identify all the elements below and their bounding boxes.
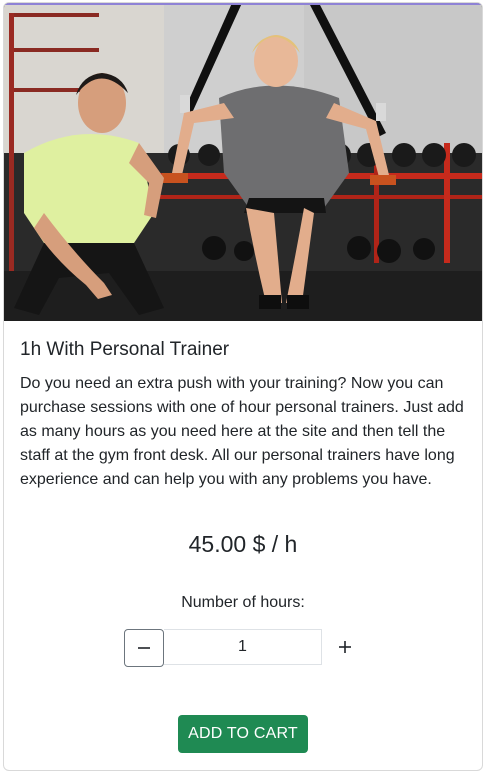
product-description: Do you need an extra push with your trai… bbox=[20, 375, 464, 488]
product-card: 1h With Personal Trainer Do you need an … bbox=[3, 2, 483, 771]
quantity-stepper bbox=[124, 629, 364, 667]
product-title: 1h With Personal Trainer bbox=[20, 339, 230, 360]
plus-icon bbox=[339, 641, 351, 653]
product-body: 1h With Personal Trainer Do you need an … bbox=[20, 336, 466, 492]
hours-label: Number of hours: bbox=[181, 594, 305, 611]
product-image bbox=[4, 3, 482, 321]
decrement-button[interactable] bbox=[124, 629, 164, 667]
minus-icon bbox=[138, 647, 150, 649]
trainer-photo-illustration bbox=[4, 3, 482, 321]
increment-button[interactable] bbox=[330, 629, 360, 665]
quantity-input[interactable] bbox=[164, 629, 322, 665]
product-price: 45.00 $ / h bbox=[188, 531, 298, 557]
add-to-cart-button[interactable]: ADD TO CART bbox=[178, 715, 308, 753]
